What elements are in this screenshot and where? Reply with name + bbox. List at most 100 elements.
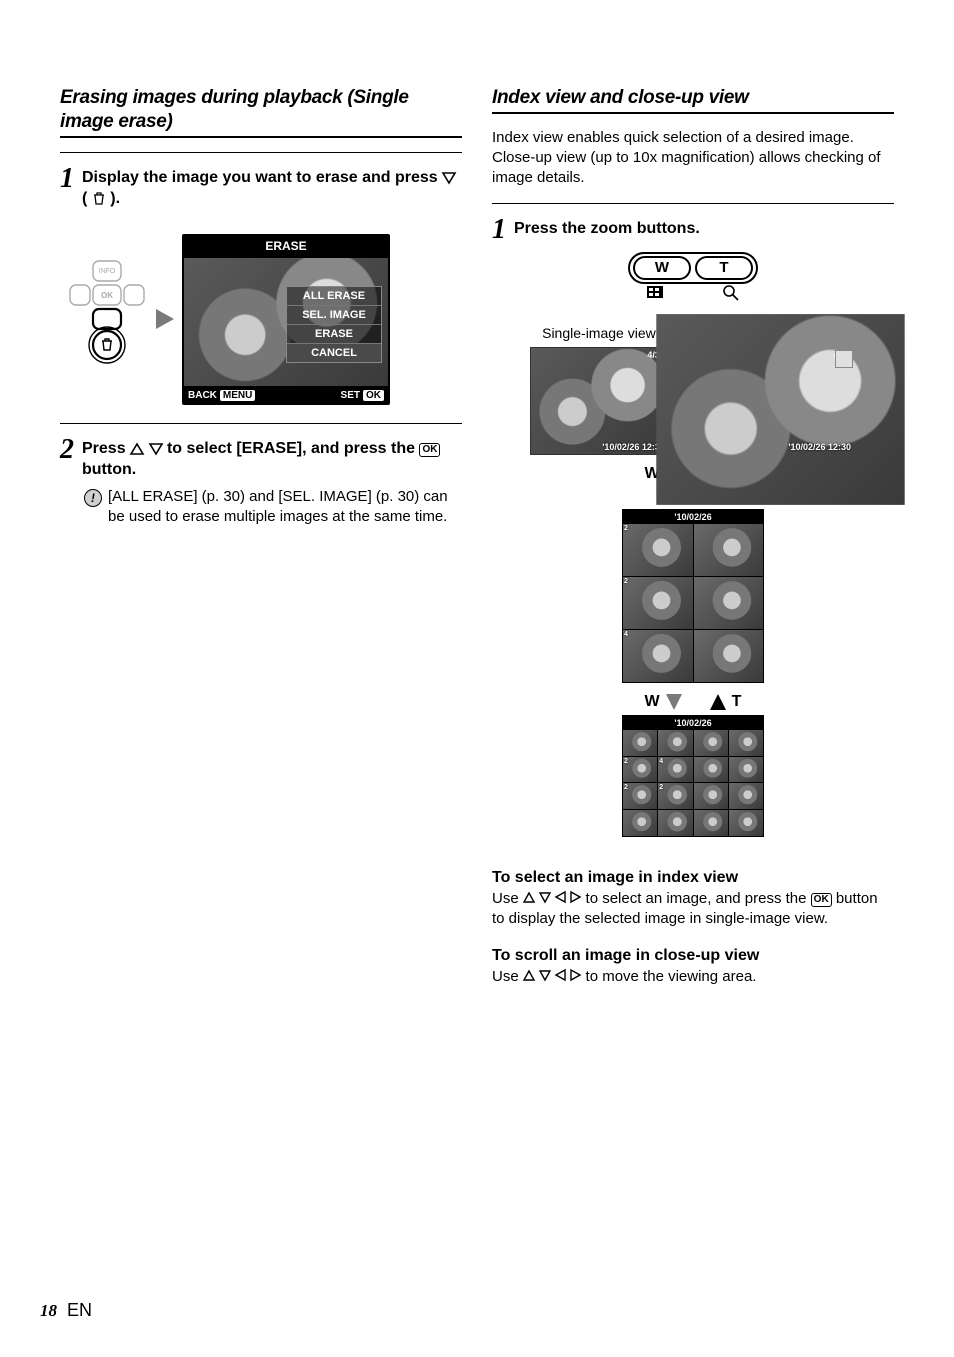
text: Use <box>492 968 523 985</box>
up-triangle-icon <box>523 970 535 981</box>
index-cell[interactable] <box>694 630 764 682</box>
index-grid-icon <box>626 284 684 305</box>
language-code: EN <box>67 1300 92 1321</box>
text: BACK <box>188 390 217 401</box>
thumb-datetime: '10/02/26 12:30 <box>788 442 851 452</box>
index-cell[interactable]: 2 <box>623 577 693 629</box>
index-cell[interactable]: 4 <box>623 630 693 682</box>
rule <box>60 423 462 424</box>
lcd-back: BACKMENU <box>188 390 255 401</box>
ok-tag: OK <box>363 390 384 401</box>
index-cell[interactable]: 2 <box>623 783 657 809</box>
arrow-right-icon <box>156 309 174 329</box>
text: Display the image you want to erase and … <box>82 169 442 186</box>
index-cell[interactable] <box>694 757 728 783</box>
flower-bg <box>531 348 669 454</box>
index-cell[interactable] <box>729 730 763 756</box>
index-cell[interactable] <box>623 810 657 836</box>
dpad-icon: INFO OK <box>68 259 146 379</box>
step-number: 1 <box>60 165 74 193</box>
index-cell[interactable]: 2 <box>623 524 693 576</box>
right-triangle-icon <box>570 891 581 903</box>
sub1-body: Use to select an image, and press the OK… <box>492 889 894 930</box>
dpad: INFO OK <box>68 259 148 379</box>
right-column: Index view and close-up view Index view … <box>492 86 894 987</box>
index-cell[interactable] <box>729 757 763 783</box>
step-text: Display the image you want to erase and … <box>82 167 462 210</box>
index-step-1: 1 Press the zoom buttons. <box>492 218 894 246</box>
down-triangle-icon <box>539 892 551 903</box>
index-cell[interactable]: 2 <box>623 757 657 783</box>
note: ! [ALL ERASE] (p. 30) and [SEL. IMAGE] (… <box>84 487 462 528</box>
zoom-buttons-figure: W T <box>492 252 894 305</box>
left-triangle-icon <box>555 891 566 903</box>
note-icon: ! <box>84 489 102 507</box>
index-screen-2x: '10/02/26 2 2 4 <box>622 509 764 683</box>
text: button. <box>82 461 136 478</box>
sub-heading-scroll: To scroll an image in close-up view <box>492 947 894 965</box>
index-cell[interactable] <box>729 810 763 836</box>
lcd-body: ALL ERASE SEL. IMAGE ERASE CANCEL <box>184 258 388 386</box>
step-number: 1 <box>492 216 506 244</box>
index-section-title: Index view and close-up view <box>492 86 894 114</box>
index-cell[interactable] <box>658 730 692 756</box>
lcd-set: SETOK <box>341 390 384 401</box>
magnify-icon <box>702 284 760 305</box>
zoom-t-button[interactable]: T <box>695 256 753 280</box>
menu-all-erase[interactable]: ALL ERASE <box>287 287 381 306</box>
menu-cancel[interactable]: CANCEL <box>287 344 381 362</box>
erase-menu: ALL ERASE SEL. IMAGE ERASE CANCEL <box>286 286 382 363</box>
index-screen-4x: '10/02/26 2 4 2 2 <box>622 715 764 837</box>
left-column: Erasing images during playback (Single i… <box>60 86 462 987</box>
index-cell[interactable] <box>694 730 728 756</box>
views-row: 4/30 '10/02/26 12:30 W T 4/30 '10/02/26 … <box>492 347 894 455</box>
index-date: '10/02/26 <box>623 716 763 730</box>
index-cell[interactable]: 2 <box>658 783 692 809</box>
arrow-down-icon <box>666 694 682 710</box>
text: to select an image, and press the <box>586 890 811 907</box>
index-cell[interactable] <box>623 730 657 756</box>
menu-sel-image[interactable]: SEL. IMAGE <box>287 306 381 325</box>
zoom-sub-icons <box>492 284 894 305</box>
page: Erasing images during playback (Single i… <box>0 0 954 1027</box>
text: to select [ERASE], and press the <box>167 440 415 457</box>
index-cell[interactable]: 4 <box>658 757 692 783</box>
ok-button-icon: OK <box>811 893 832 907</box>
up-triangle-icon <box>130 443 144 455</box>
up-triangle-icon <box>523 892 535 903</box>
t-label: T <box>732 693 742 711</box>
close-view-thumb: 4/30 '10/02/26 12:30 <box>716 347 856 455</box>
intro-text: Index view enables quick selection of a … <box>492 128 894 189</box>
zoom-rocker: W T <box>628 252 758 284</box>
text: ( <box>82 190 87 207</box>
page-number: 18 <box>40 1301 57 1321</box>
single-view-thumb: 4/30 '10/02/26 12:30 <box>530 347 670 455</box>
trash-icon <box>92 191 106 205</box>
erase-step-2: 2 Press to select [ERASE], and press the… <box>60 438 462 481</box>
index-cell[interactable] <box>729 783 763 809</box>
erase-section-title: Erasing images during playback (Single i… <box>60 86 462 138</box>
index-cell[interactable] <box>694 783 728 809</box>
lcd-footer: BACKMENU SETOK <box>184 386 388 403</box>
erase-diagram: INFO OK ERASE <box>68 234 462 405</box>
index-cell[interactable] <box>658 810 692 836</box>
menu-erase[interactable]: ERASE <box>287 325 381 344</box>
text: ). <box>110 190 120 207</box>
down-triangle-icon <box>442 172 456 184</box>
down-triangle-icon <box>149 443 163 455</box>
single-view-label: Single-image view <box>542 325 656 341</box>
text: Press <box>82 440 130 457</box>
zoom-w-button[interactable]: W <box>633 256 691 280</box>
step-text: Press the zoom buttons. <box>514 218 700 240</box>
dpad-ok-label: OK <box>101 291 113 300</box>
down-triangle-icon <box>539 970 551 981</box>
left-triangle-icon <box>555 969 566 981</box>
w-label: W <box>645 693 660 711</box>
text: Use <box>492 890 523 907</box>
sub2-body: Use to move the viewing area. <box>492 967 894 987</box>
index-cell[interactable] <box>694 577 764 629</box>
camera-lcd: ERASE ALL ERASE SEL. IMAGE ERASE CANCEL … <box>182 234 390 405</box>
page-footer: 18 EN <box>40 1300 92 1321</box>
index-cell[interactable] <box>694 810 728 836</box>
index-cell[interactable] <box>694 524 764 576</box>
